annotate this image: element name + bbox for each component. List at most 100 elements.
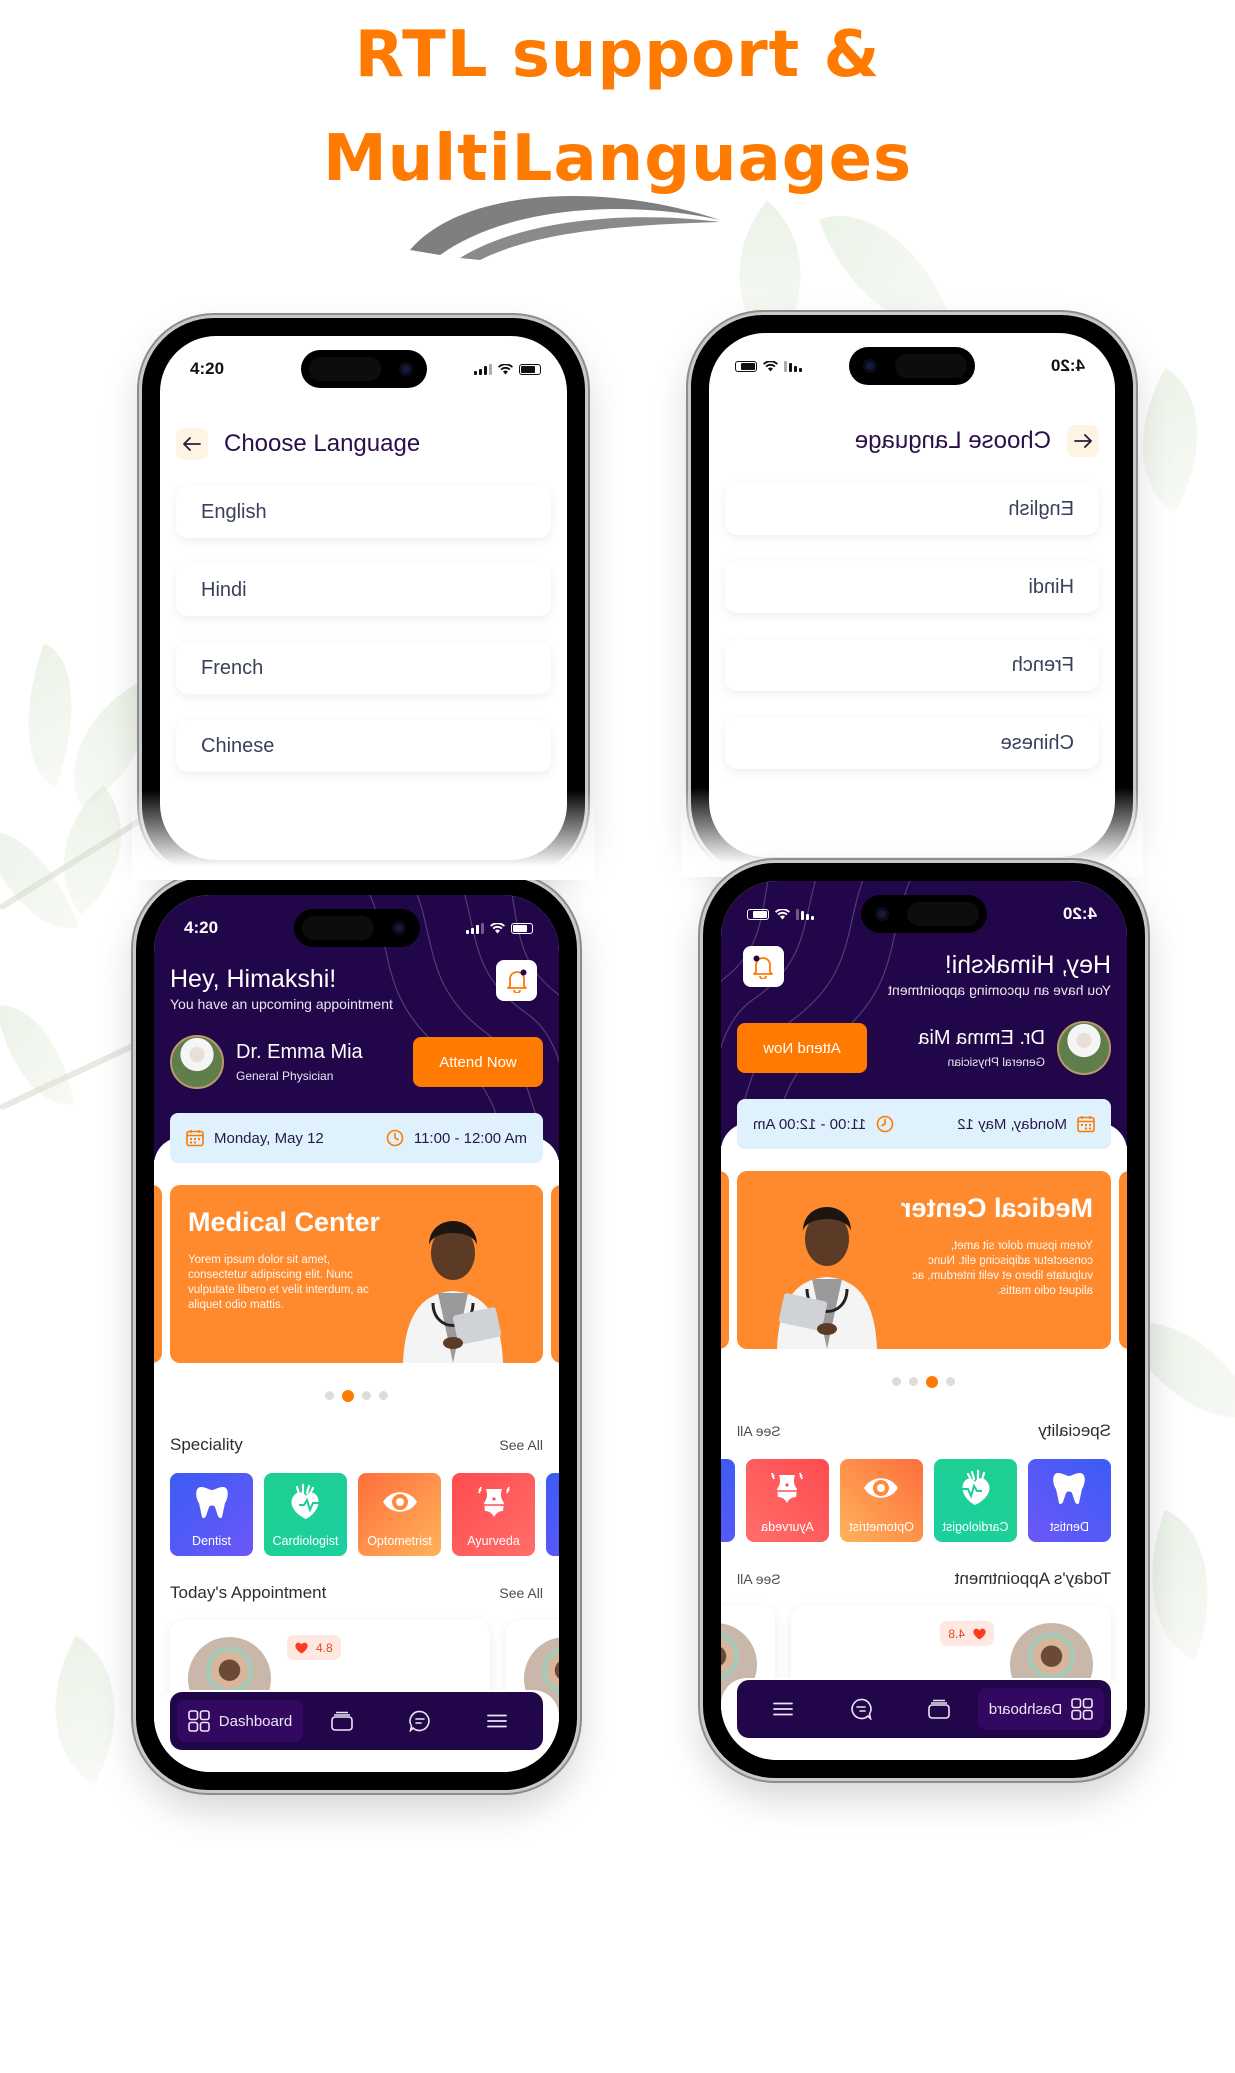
speciality-optometrist[interactable]: Optometrist xyxy=(358,1473,441,1556)
speciality-optometrist[interactable]: Optometrist xyxy=(840,1459,923,1542)
speciality-cardiologist[interactable]: Cardiologist xyxy=(934,1459,1017,1542)
notification-button[interactable] xyxy=(743,946,784,987)
menu-icon xyxy=(773,1702,793,1716)
wifi-icon xyxy=(763,360,778,371)
speciality-label: Dentist xyxy=(1050,1520,1089,1534)
language-header: Choose Language xyxy=(176,428,551,460)
notification-button[interactable] xyxy=(496,960,537,1001)
carousel-dot[interactable] xyxy=(362,1391,371,1400)
doctor-row: Dr. Emma Mia General Physician Attend No… xyxy=(737,1021,1111,1075)
back-button[interactable] xyxy=(176,428,208,460)
status-time: 4:20 xyxy=(184,918,219,937)
speciality-dentist[interactable]: Dentist xyxy=(170,1473,253,1556)
greeting-title: Hey, Himakshi! xyxy=(944,951,1111,979)
greeting-subtitle: You have an upcoming appointment xyxy=(888,982,1111,998)
attend-now-button[interactable]: Attend Now xyxy=(737,1023,867,1073)
doctor-name: Dr. Emma Mia xyxy=(918,1027,1045,1049)
language-label: French xyxy=(1011,653,1074,676)
nav-dashboard[interactable]: Dashboard xyxy=(978,1688,1104,1730)
heart-icon xyxy=(291,1483,325,1519)
language-option[interactable]: Hindi xyxy=(725,561,1099,613)
attend-now-button[interactable]: Attend Now xyxy=(413,1037,543,1087)
carousel-dot[interactable] xyxy=(892,1377,902,1386)
speciality-cardiologist[interactable]: Cardiologist xyxy=(264,1473,347,1556)
section-title: Speciality xyxy=(170,1435,243,1454)
nav-chat[interactable] xyxy=(381,1692,459,1750)
rating-badge: 4.8 xyxy=(940,1621,994,1646)
promo-banner[interactable]: Medical Center Yorem ipsum dolor sit ame… xyxy=(737,1171,1111,1349)
appointment-date-bar: Monday, May 12 11:00 - 12:00 Am xyxy=(170,1113,543,1163)
bottom-nav: Dashboard xyxy=(737,1680,1111,1738)
heart-icon xyxy=(295,1642,308,1653)
bottom-nav-container: Dashboard xyxy=(154,1690,559,1772)
status-time: 4:20 xyxy=(1062,904,1097,923)
back-button[interactable] xyxy=(1067,425,1099,457)
wallet-icon xyxy=(331,1711,353,1731)
tooth-icon xyxy=(195,1487,228,1519)
battery-icon xyxy=(519,363,541,375)
speciality-ayurveda[interactable]: Ayurveda xyxy=(452,1473,535,1556)
speciality-header: Speciality See All xyxy=(737,1421,1111,1441)
doctor-illustration xyxy=(777,1207,877,1349)
signal-icon xyxy=(466,922,484,934)
carousel-dot[interactable] xyxy=(379,1391,388,1400)
nav-dashboard[interactable]: Dashboard xyxy=(177,1700,303,1742)
status-time: 4:20 xyxy=(1050,356,1085,375)
doctor-name: Dr. Emma Mia xyxy=(236,1041,363,1063)
see-all-link[interactable]: See All xyxy=(737,1423,781,1439)
language-screen: 4:20 Choose Language English Hindi Frenc… xyxy=(709,333,1115,857)
wifi-icon xyxy=(498,363,513,374)
chat-icon xyxy=(851,1698,872,1720)
speciality-label: Cardiologist xyxy=(272,1534,339,1548)
nav-chat[interactable] xyxy=(822,1680,900,1738)
signal-icon xyxy=(474,363,492,375)
see-all-link[interactable]: See All xyxy=(737,1571,781,1587)
nav-wallet[interactable] xyxy=(900,1680,978,1738)
language-option[interactable]: French xyxy=(725,639,1099,691)
see-all-link[interactable]: See All xyxy=(499,1585,543,1601)
speciality-label: Ayurveda xyxy=(467,1534,520,1548)
calendar-icon xyxy=(1077,1116,1095,1133)
chat-icon xyxy=(408,1710,430,1732)
nav-menu[interactable] xyxy=(458,1692,536,1750)
banner-carousel[interactable]: Medical Center Yorem ipsum dolor sit ame… xyxy=(721,1171,1127,1351)
status-time: 4:20 xyxy=(190,359,225,378)
clock-icon xyxy=(386,1129,404,1147)
language-option[interactable]: English xyxy=(725,483,1099,535)
carousel-dot[interactable] xyxy=(909,1377,919,1386)
language-option[interactable]: English xyxy=(176,486,551,538)
appointment-date-bar: Monday, May 12 11:00 - 12:00 Am xyxy=(737,1099,1111,1149)
wallet-icon xyxy=(928,1699,950,1719)
language-option[interactable]: Chinese xyxy=(176,720,551,772)
carousel-dot[interactable] xyxy=(342,1389,354,1402)
speciality-more[interactable] xyxy=(546,1473,559,1556)
language-option[interactable]: Chinese xyxy=(725,717,1099,769)
status-bar: 4:20 xyxy=(190,358,541,380)
appointment-date: Monday, May 12 xyxy=(214,1129,324,1147)
speciality-ayurveda[interactable]: Ayurveda xyxy=(746,1459,829,1542)
grid-icon xyxy=(1071,1698,1094,1720)
battery-icon xyxy=(747,908,769,920)
see-all-link[interactable]: See All xyxy=(499,1437,543,1453)
phone-dashboard-ltr: 4:20 Hey, Himakshi! You have an upcoming… xyxy=(136,877,577,1790)
greeting-subtitle: You have an upcoming appointment xyxy=(170,996,393,1012)
nav-menu[interactable] xyxy=(744,1680,822,1738)
carousel-dot[interactable] xyxy=(325,1391,334,1400)
speciality-more[interactable] xyxy=(721,1459,735,1542)
language-option[interactable]: Hindi xyxy=(176,564,551,616)
language-label: Chinese xyxy=(1000,731,1074,754)
banner-carousel[interactable]: Medical Center Yorem ipsum dolor sit ame… xyxy=(154,1185,559,1365)
language-screen: 4:20 Choose Language English Hindi Frenc… xyxy=(160,336,567,860)
dashboard-screen: 4:20 Hey, Himakshi! You have an upcoming… xyxy=(721,881,1127,1760)
section-title: Today's Appointment xyxy=(170,1583,327,1602)
bottom-nav: Dashboard xyxy=(170,1692,543,1750)
carousel-dot[interactable] xyxy=(946,1377,956,1386)
carousel-dot[interactable] xyxy=(926,1375,939,1388)
language-option[interactable]: French xyxy=(176,642,551,694)
speciality-dentist[interactable]: Dentist xyxy=(1028,1459,1111,1542)
eye-icon xyxy=(864,1478,899,1498)
phone-dashboard-rtl: 4:20 Hey, Himakshi! You have an upcoming… xyxy=(703,863,1145,1778)
promo-banner[interactable]: Medical Center Yorem ipsum dolor sit ame… xyxy=(170,1185,543,1363)
language-list: English Hindi French Chinese xyxy=(176,486,551,798)
nav-wallet[interactable] xyxy=(303,1692,381,1750)
